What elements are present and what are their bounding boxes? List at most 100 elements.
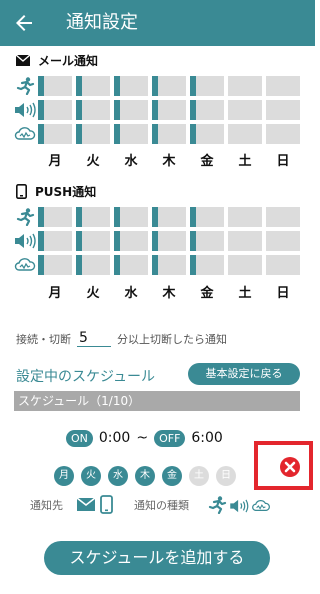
grid-cell[interactable]	[152, 207, 186, 227]
push-section-title: PUSH通知	[35, 184, 97, 199]
grid-cell[interactable]	[266, 231, 300, 251]
back-arrow-icon[interactable]	[12, 11, 36, 35]
grid-cell[interactable]	[38, 76, 72, 96]
schedule-header: スケジュール（1/10）	[14, 391, 300, 411]
grid-cell[interactable]	[152, 76, 186, 96]
enabled-bar	[190, 255, 196, 275]
grid-cell[interactable]	[266, 100, 300, 120]
schedule-day-fri[interactable]: 金	[162, 466, 182, 486]
grid-cell[interactable]	[38, 124, 72, 144]
enabled-bar	[190, 207, 196, 227]
delete-schedule-icon[interactable]	[279, 456, 301, 478]
grid-cell[interactable]	[266, 76, 300, 96]
grid-cell[interactable]	[76, 124, 110, 144]
grid-cell[interactable]	[228, 100, 262, 120]
grid-cell[interactable]	[190, 255, 224, 275]
schedule-day-sun[interactable]: 日	[216, 466, 236, 486]
grid-cell[interactable]	[38, 255, 72, 275]
grid-cell[interactable]	[228, 231, 262, 251]
enabled-bar	[152, 255, 158, 275]
disconnect-label: 接続・切断	[16, 332, 71, 346]
grid-cell[interactable]	[114, 124, 148, 144]
schedule-day-mon[interactable]: 月	[54, 466, 74, 486]
enabled-bar	[76, 231, 82, 251]
grid-cell[interactable]	[190, 76, 224, 96]
enabled-bar	[114, 100, 120, 120]
day-label-sun: 日	[276, 154, 290, 169]
grid-cell[interactable]	[76, 255, 110, 275]
grid-cell[interactable]	[266, 255, 300, 275]
grid-cell[interactable]	[114, 76, 148, 96]
grid-cell[interactable]	[228, 124, 262, 144]
cloud-wave-icon	[252, 500, 270, 511]
enabled-bar	[38, 231, 44, 251]
grid-cell[interactable]	[228, 255, 262, 275]
runner-icon	[208, 496, 227, 514]
grid-cell[interactable]	[38, 100, 72, 120]
mail-section-header: メール通知	[16, 51, 98, 69]
grid-cell[interactable]	[152, 255, 186, 275]
day-label-mon: 月	[48, 286, 62, 301]
enabled-bar	[114, 255, 120, 275]
off-time[interactable]: 6:00	[191, 430, 222, 446]
cloud-wave-icon	[14, 124, 36, 144]
grid-cell[interactable]	[114, 100, 148, 120]
grid-cell[interactable]	[76, 231, 110, 251]
grid-cell[interactable]	[114, 231, 148, 251]
enabled-bar	[152, 76, 158, 96]
day-label-fri: 金	[200, 154, 214, 169]
enabled-bar	[38, 100, 44, 120]
grid-cell[interactable]	[190, 124, 224, 144]
day-label-sat: 土	[238, 154, 252, 169]
push-section-header: PUSH通知	[16, 182, 96, 200]
mail-section-title: メール通知	[38, 53, 99, 68]
grid-cell[interactable]	[114, 207, 148, 227]
grid-cell[interactable]	[152, 231, 186, 251]
enabled-bar	[190, 100, 196, 120]
enabled-bar	[152, 231, 158, 251]
smartphone-icon	[16, 183, 27, 199]
grid-cell[interactable]	[266, 124, 300, 144]
on-badge: ON	[66, 429, 93, 447]
grid-cell[interactable]	[76, 100, 110, 120]
grid-cell[interactable]	[190, 231, 224, 251]
enabled-bar	[152, 124, 158, 144]
grid-cell[interactable]	[266, 207, 300, 227]
day-label-thu: 木	[162, 286, 176, 301]
enabled-bar	[38, 124, 44, 144]
day-label-sun: 日	[276, 286, 290, 301]
runner-icon	[14, 76, 36, 96]
enabled-bar	[114, 124, 120, 144]
enabled-bar	[38, 207, 44, 227]
grid-cell[interactable]	[152, 124, 186, 144]
grid-cell[interactable]	[38, 207, 72, 227]
enabled-bar	[152, 207, 158, 227]
grid-cell[interactable]	[38, 231, 72, 251]
minutes-input[interactable]: 5	[77, 330, 111, 347]
schedule-section-label: 設定中のスケジュール	[16, 369, 156, 385]
mail-icon	[77, 498, 95, 511]
enabled-bar	[190, 124, 196, 144]
on-time[interactable]: 0:00	[99, 430, 130, 446]
grid-cell[interactable]	[152, 100, 186, 120]
cloud-wave-icon	[14, 255, 36, 275]
grid-cell[interactable]	[76, 207, 110, 227]
reset-default-button[interactable]: 基本設定に戻る	[188, 363, 300, 385]
grid-cell[interactable]	[114, 255, 148, 275]
schedule-day-wed[interactable]: 水	[108, 466, 128, 486]
disconnect-setting: 接続・切断 5 分以上切断したら通知	[16, 330, 227, 347]
app-bar: 通知設定	[0, 0, 315, 46]
grid-cell[interactable]	[76, 76, 110, 96]
schedule-day-sat[interactable]: 土	[189, 466, 209, 486]
day-label-tue: 火	[86, 154, 100, 169]
grid-cell[interactable]	[190, 100, 224, 120]
enabled-bar	[76, 255, 82, 275]
schedule-day-thu[interactable]: 木	[135, 466, 155, 486]
schedule-day-tue[interactable]: 火	[81, 466, 101, 486]
add-schedule-button[interactable]: スケジュールを追加する	[44, 541, 270, 575]
day-label-tue: 火	[86, 286, 100, 301]
grid-cell[interactable]	[228, 76, 262, 96]
speaker-icon	[230, 499, 249, 513]
grid-cell[interactable]	[190, 207, 224, 227]
grid-cell[interactable]	[228, 207, 262, 227]
